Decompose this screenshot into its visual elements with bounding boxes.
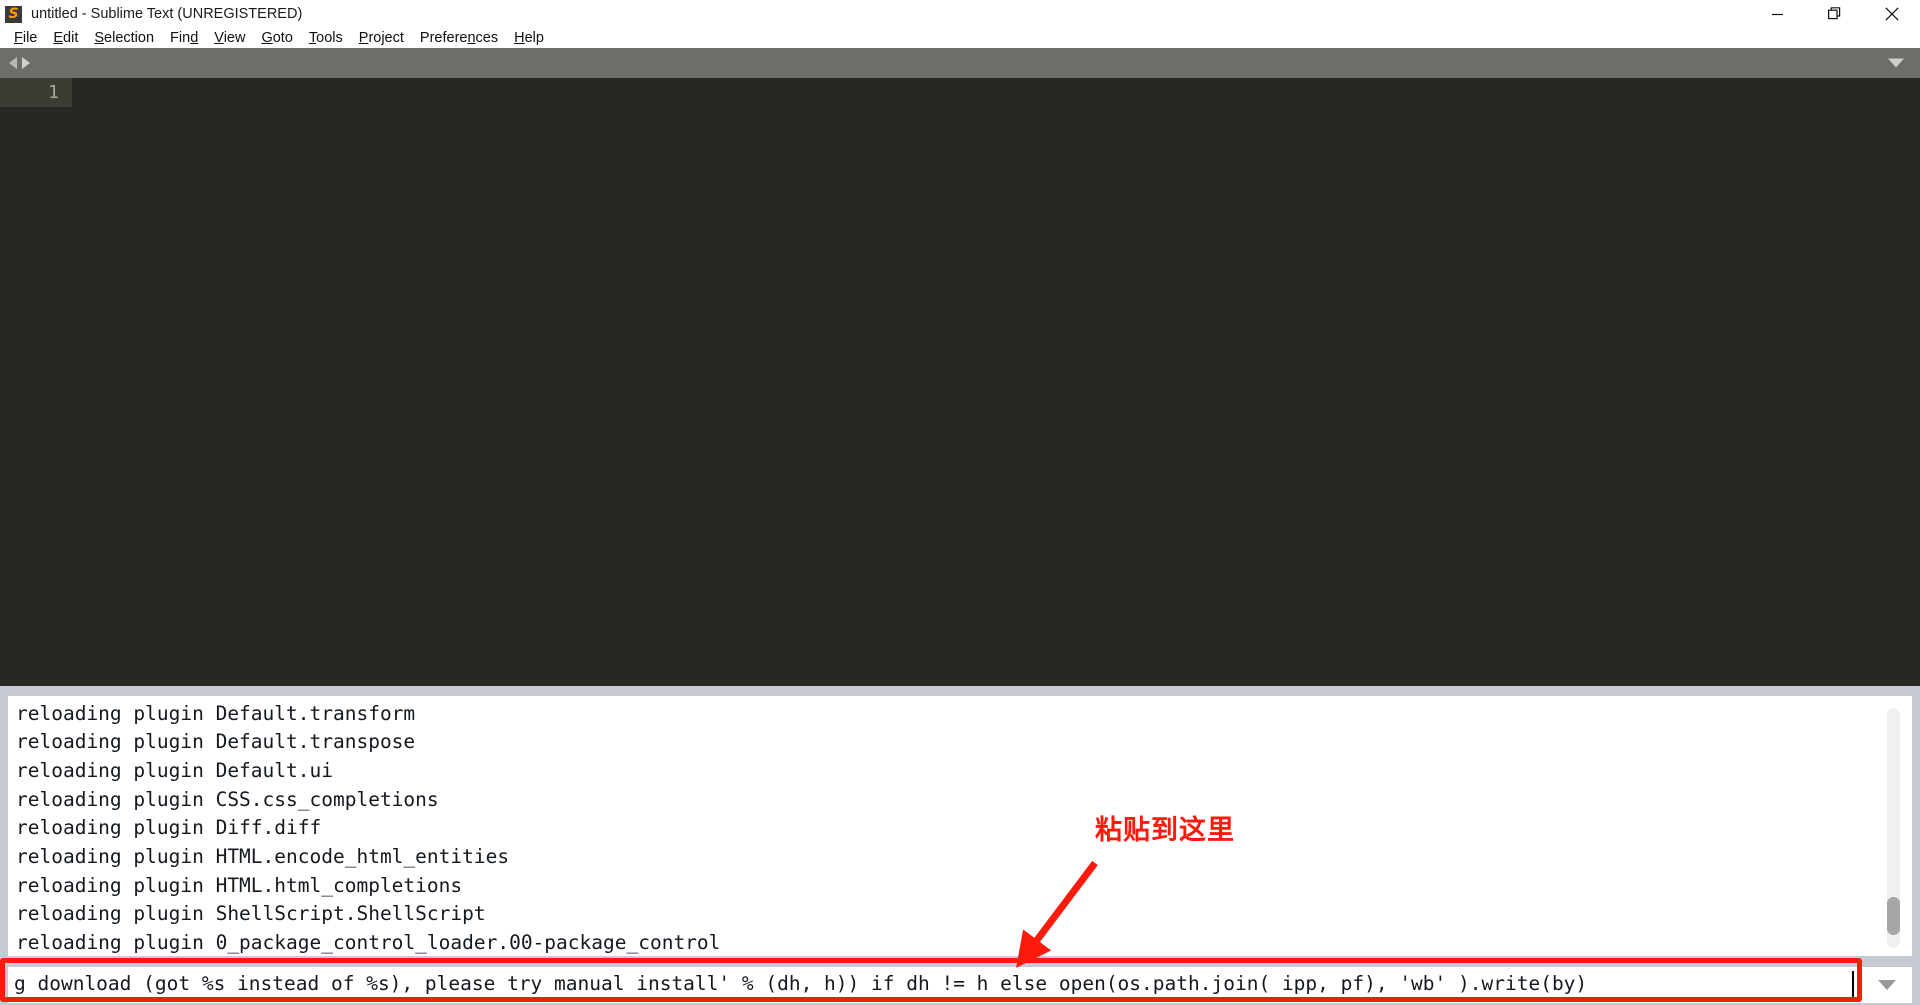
menu-item-find[interactable]: Find bbox=[162, 28, 206, 48]
editor-gutter: 1 bbox=[0, 78, 72, 107]
menu-mnemonic: P bbox=[358, 30, 369, 46]
console-input[interactable]: g download (got %s instead of %s), pleas… bbox=[8, 967, 1862, 1003]
menu-item-project[interactable]: Project bbox=[351, 28, 412, 48]
window-controls bbox=[1749, 0, 1920, 28]
chevron-down-icon[interactable] bbox=[1888, 58, 1904, 68]
menu-mnemonic: H bbox=[514, 30, 525, 46]
arrow-left-icon[interactable] bbox=[9, 57, 17, 69]
close-icon bbox=[1884, 7, 1899, 21]
sublime-text-icon bbox=[5, 5, 22, 23]
text-cursor bbox=[1852, 971, 1854, 997]
chevron-down-icon bbox=[1878, 980, 1896, 990]
arrow-right-icon[interactable] bbox=[22, 57, 30, 69]
console-scrollbar[interactable] bbox=[1887, 708, 1900, 948]
console-scrollbar-thumb[interactable] bbox=[1887, 897, 1900, 935]
close-button[interactable] bbox=[1863, 0, 1920, 28]
console-output-text: reloading plugin Default.transform reloa… bbox=[16, 701, 721, 955]
window-title: untitled - Sublime Text (UNREGISTERED) bbox=[31, 6, 303, 22]
annotation-label: 粘贴到这里 bbox=[1095, 815, 1235, 846]
menu-item-label: election bbox=[104, 30, 155, 46]
menu-bar: File Edit Selection Find View Goto Tools… bbox=[0, 28, 1920, 48]
menu-item-label: ools bbox=[316, 30, 343, 46]
menu-item-tools[interactable]: Tools bbox=[301, 28, 351, 48]
console-output: reloading plugin Default.transform reloa… bbox=[8, 696, 1912, 956]
menu-item-label: ces bbox=[475, 30, 499, 46]
editor-area[interactable]: 1 bbox=[0, 78, 1920, 686]
minimize-icon bbox=[1772, 13, 1783, 15]
maximize-button[interactable] bbox=[1806, 0, 1863, 28]
menu-mnemonic: n bbox=[467, 30, 476, 46]
menu-mnemonic: d bbox=[190, 30, 199, 46]
console-input-dropdown-button[interactable] bbox=[1862, 967, 1912, 1003]
menu-item-label: roject bbox=[368, 30, 404, 46]
gutter-line-number: 1 bbox=[48, 82, 59, 103]
menu-item-view[interactable]: View bbox=[206, 28, 253, 48]
menu-item-label: Fin bbox=[170, 30, 191, 46]
menu-item-help[interactable]: Help bbox=[506, 28, 552, 48]
menu-item-label: elp bbox=[524, 30, 544, 46]
console-input-row: g download (got %s instead of %s), pleas… bbox=[8, 967, 1912, 1003]
menu-item-edit[interactable]: Edit bbox=[45, 28, 86, 48]
tab-bar bbox=[0, 48, 1920, 78]
menu-item-file[interactable]: File bbox=[6, 28, 45, 48]
menu-item-goto[interactable]: Goto bbox=[253, 28, 300, 48]
title-bar: untitled - Sublime Text (UNREGISTERED) bbox=[0, 0, 1920, 28]
menu-mnemonic: V bbox=[214, 30, 224, 46]
menu-item-label: Prefere bbox=[419, 30, 468, 46]
menu-mnemonic: E bbox=[53, 30, 64, 46]
console-input-value: g download (got %s instead of %s), pleas… bbox=[14, 972, 1588, 995]
menu-item-label: ile bbox=[22, 30, 38, 46]
menu-item-selection[interactable]: Selection bbox=[86, 28, 162, 48]
console-panel: reloading plugin Default.transform reloa… bbox=[0, 686, 1920, 1005]
minimize-button[interactable] bbox=[1749, 0, 1806, 28]
menu-mnemonic: F bbox=[14, 30, 23, 46]
menu-item-label: dit bbox=[63, 30, 79, 46]
maximize-restore-icon bbox=[1827, 7, 1840, 20]
menu-mnemonic: G bbox=[261, 30, 273, 46]
tab-navigation-arrows bbox=[9, 57, 30, 69]
menu-item-preferences[interactable]: Preferences bbox=[412, 28, 506, 48]
menu-mnemonic: S bbox=[94, 30, 105, 46]
menu-item-label: iew bbox=[223, 30, 246, 46]
menu-item-label: oto bbox=[272, 30, 293, 46]
